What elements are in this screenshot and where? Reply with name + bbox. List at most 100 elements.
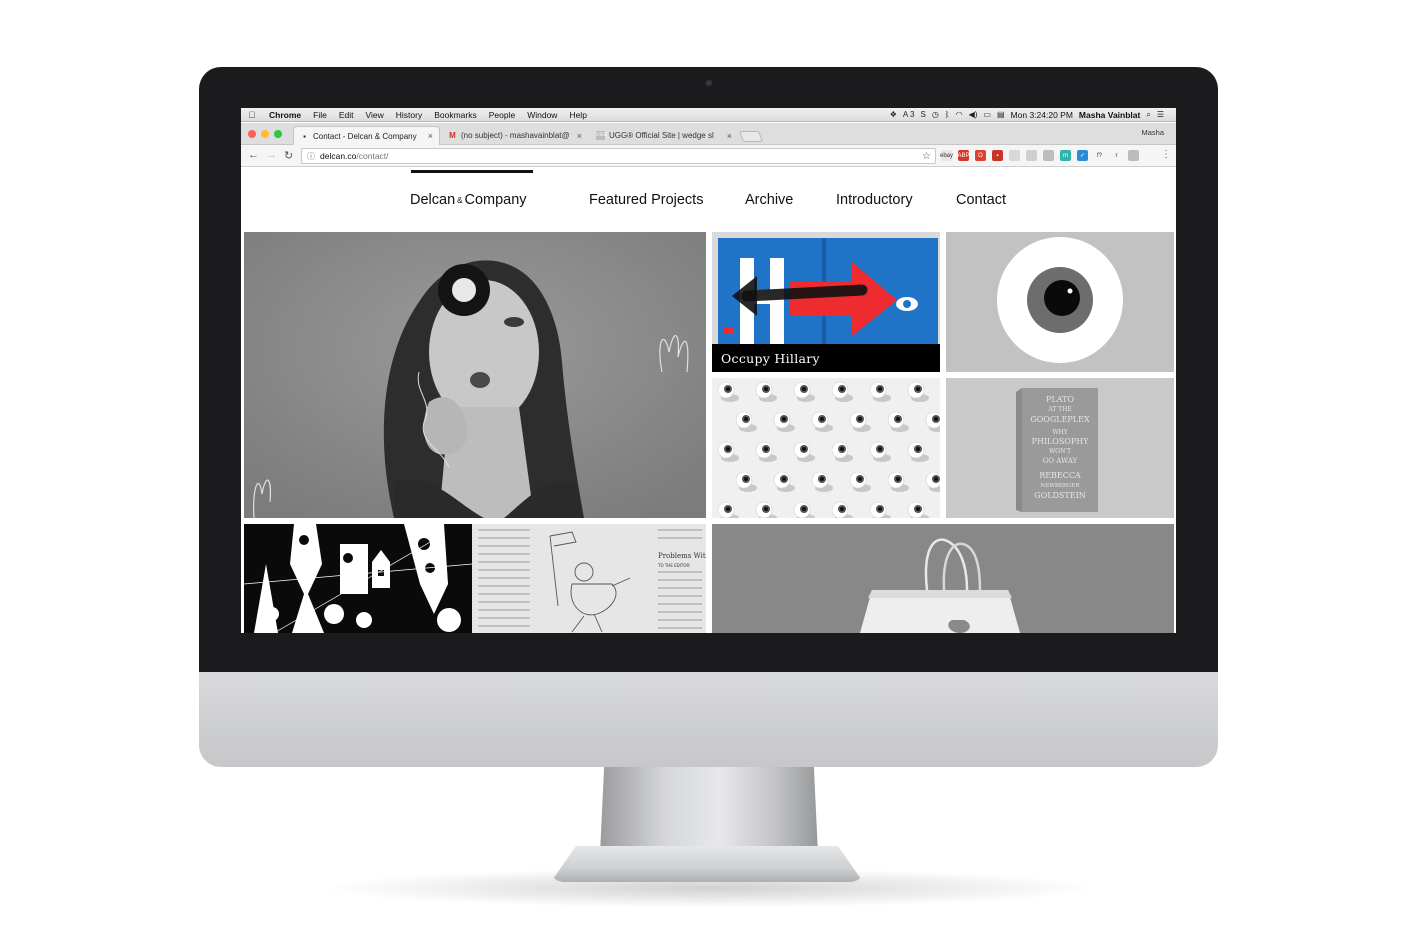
bluetooth-icon[interactable]: ᛒ [945, 110, 950, 119]
imac-stand-neck [600, 762, 818, 854]
book-line-2: AT THE [1047, 406, 1072, 413]
menu-file[interactable]: File [307, 110, 333, 120]
tab-close-icon[interactable]: × [577, 131, 582, 141]
hillary-poster-image [712, 232, 940, 344]
abstract-bw-image [244, 524, 472, 633]
abp-ext-icon[interactable]: ABP [958, 150, 970, 161]
book-line-3: GOOGLEPLEX [1030, 415, 1090, 424]
menubar-user[interactable]: Masha Vainblat [1079, 110, 1140, 120]
apple-menu-icon[interactable]:  [241, 110, 263, 120]
mac-menubar:  Chrome File Edit View History Bookmark… [241, 108, 1176, 122]
nav-introductory[interactable]: Introductory [836, 192, 913, 208]
menu-window[interactable]: Window [521, 110, 563, 120]
tab-label: UGG® Official Site | wedge sl [609, 131, 714, 140]
shopping-bag-tile[interactable] [712, 524, 1174, 633]
zoom-window-button[interactable] [274, 130, 282, 138]
dropbox-icon[interactable]: ❖ [890, 110, 897, 119]
tab-contact[interactable]: ▪ Contact - Delcan & Company × [293, 126, 440, 145]
back-arrow-icon[interactable]: ← [248, 149, 259, 161]
tab-close-icon[interactable]: × [727, 131, 732, 141]
nav-active-indicator [411, 170, 533, 173]
portrait-tile[interactable] [244, 232, 706, 518]
imac-camera [705, 79, 713, 87]
skype-icon[interactable]: S [920, 110, 925, 119]
info-icon[interactable]: ⓘ [307, 151, 315, 162]
reload-icon[interactable]: ↻ [284, 149, 293, 162]
minimize-window-button[interactable] [261, 130, 269, 138]
gmail-icon: M [449, 131, 456, 140]
tab-label: (no subject) - mashavainblat@ [461, 131, 570, 140]
search-icon[interactable]: ⌕ [1146, 110, 1150, 120]
newspaper-heading: Problems With [658, 552, 706, 560]
list-icon[interactable]: ☰ [1157, 110, 1164, 119]
menu-view[interactable]: View [359, 110, 389, 120]
tab-ugg[interactable]: UGG UGG® Official Site | wedge sl × [590, 126, 738, 145]
brand-name-left: Delcan [410, 192, 456, 208]
menu-help[interactable]: Help [563, 110, 592, 120]
nav-contact[interactable]: Contact [956, 192, 1006, 208]
timemachine-icon[interactable]: ◷ [932, 110, 939, 119]
flag-icon[interactable]: ▤ [997, 110, 1005, 119]
website: Delcan & Company Featured Projects Archive… [241, 168, 1176, 633]
forward-arrow-icon[interactable]: → [266, 149, 277, 161]
book-line-7: GO AWAY [1043, 457, 1078, 465]
book-line-6: WON'T [1049, 448, 1071, 455]
circle-ext-icon[interactable] [1009, 150, 1020, 161]
eyeballs-image [712, 378, 940, 518]
tab-gmail[interactable]: M (no subject) - mashavainblat@ × [442, 126, 588, 145]
eye-image [997, 237, 1123, 363]
eye-tile[interactable] [946, 232, 1174, 372]
occupy-hillary-tile[interactable]: Occupy Hillary [712, 232, 940, 372]
tab-label: Contact - Delcan & Company [313, 131, 417, 141]
puzzle-ext-icon[interactable] [1043, 150, 1054, 161]
grey-ext-icon[interactable] [1128, 150, 1139, 161]
new-tab-button[interactable] [738, 131, 764, 142]
extension-icons: ebay ABP O ▪ m ✓ f? r [940, 150, 1139, 161]
wifi-icon[interactable]: ◠ [956, 110, 963, 119]
ebay-ext-icon[interactable]: ebay [940, 150, 953, 161]
shopping-bag-image [712, 524, 1174, 633]
eyeballs-tile[interactable] [712, 378, 940, 518]
brand-ampersand: & [457, 196, 463, 205]
tab-close-icon[interactable]: × [428, 131, 433, 141]
menu-people[interactable]: People [483, 110, 521, 120]
menu-app-name[interactable]: Chrome [263, 110, 307, 120]
blue-ext-icon[interactable]: ✓ [1077, 150, 1088, 161]
book-line-5: PHILOSOPHY [1031, 437, 1089, 446]
triangle-ext-icon[interactable] [1026, 150, 1037, 161]
battery-icon[interactable]: ▭ [983, 110, 991, 119]
book-line-9: NEWBERGER [1040, 483, 1080, 489]
close-window-button[interactable] [248, 130, 256, 138]
menu-history[interactable]: History [390, 110, 428, 120]
nav-archive[interactable]: Archive [745, 192, 793, 208]
volume-icon[interactable]: ◀) [969, 110, 978, 119]
ugg-icon: UGG [596, 131, 608, 140]
red-ext-icon[interactable]: ▪ [992, 150, 1003, 161]
address-bar[interactable]: ⓘ delcan.co /contact/ ☆ [301, 148, 936, 164]
r-ext-icon[interactable]: r [1111, 150, 1122, 161]
profile-name[interactable]: Masha [1141, 128, 1164, 137]
url-path: /contact/ [356, 151, 389, 161]
font-ext-icon[interactable]: f? [1094, 150, 1105, 161]
menu-edit[interactable]: Edit [333, 110, 360, 120]
opera-ext-icon[interactable]: O [975, 150, 986, 161]
newspaper-tile[interactable]: Problems With TO THE EDITOR: [472, 524, 706, 633]
menu-kebab-icon[interactable]: ⋮ [1161, 149, 1171, 160]
imac-chin [199, 668, 1218, 767]
brand-logo[interactable]: Delcan & Company [410, 192, 527, 208]
occupy-hillary-caption: Occupy Hillary [712, 344, 940, 372]
page-icon: ▪ [303, 131, 306, 141]
nav-featured-projects[interactable]: Featured Projects [589, 192, 703, 208]
tab-strip: ▪ Contact - Delcan & Company × M (no sub… [241, 123, 1176, 145]
book-tile[interactable]: PLATO AT THE GOOGLEPLEX WHY PHILOSOPHY W… [946, 378, 1174, 518]
adobe-icon[interactable]: A 3 [903, 110, 915, 119]
menu-bookmarks[interactable]: Bookmarks [428, 110, 483, 120]
book-line-1: PLATO [1046, 395, 1074, 404]
menubar-clock[interactable]: Mon 3:24:20 PM [1011, 110, 1073, 120]
teal-ext-icon[interactable]: m [1060, 150, 1071, 161]
bookmark-star-icon[interactable]: ☆ [922, 151, 931, 162]
menubar-status-area: ❖ A 3 S ◷ ᛒ ◠ ◀) ▭ ▤ Mon 3:24:20 PM Mash… [890, 110, 1176, 120]
book-cover-image: PLATO AT THE GOOGLEPLEX WHY PHILOSOPHY W… [946, 378, 1174, 518]
url-host: delcan.co [320, 151, 357, 161]
abstract-bw-tile[interactable] [244, 524, 472, 633]
